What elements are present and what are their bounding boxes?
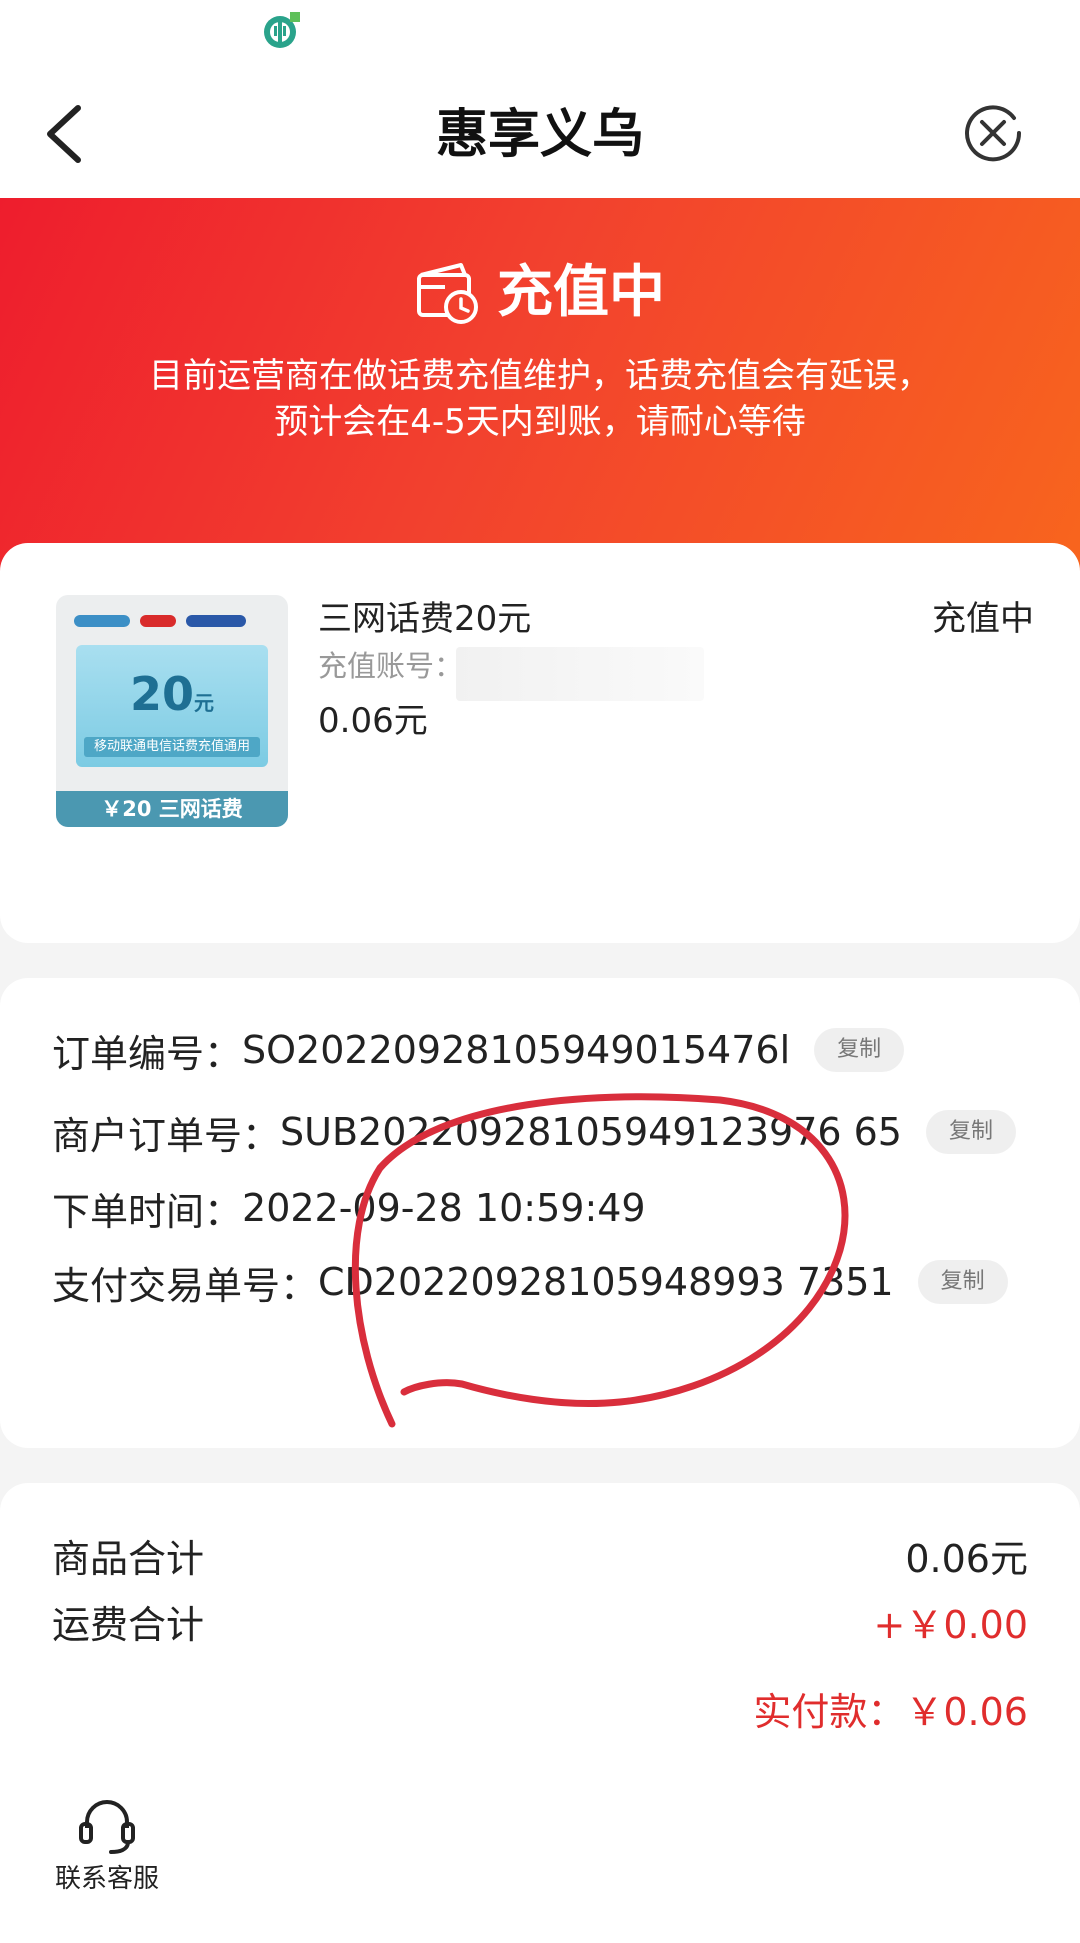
copy-merchant-order-button[interactable]: 复制 xyxy=(926,1110,1016,1154)
page-title: 惠享义乌 xyxy=(435,105,644,165)
carrier-logos xyxy=(74,609,274,633)
order-time-row: 下单时间： 2022-09-28 10:59:49 xyxy=(52,1180,646,1236)
shipping-total-label: 运费合计 xyxy=(52,1602,205,1647)
order-time-label: 下单时间： xyxy=(52,1189,243,1234)
goods-total-row: 商品合计 0.06元 xyxy=(52,1527,1028,1583)
merchant-order-label: 商户订单号： xyxy=(52,1113,281,1158)
amount-paid-row: 实付款：￥0.06 xyxy=(753,1681,1028,1736)
nav-bar: 惠享义乌 xyxy=(0,70,1080,198)
product-thumbnail: 20元 移动联通电信话费充值通用 ￥20 三网话费 xyxy=(56,595,288,827)
bank-logo-icon xyxy=(264,12,300,48)
copy-order-number-button[interactable]: 复制 xyxy=(814,1028,905,1072)
merchant-order-value: SUB20220928105949123976 65 xyxy=(280,1110,902,1154)
notice-line-1: 目前运营商在做话费充值维护，话费充值会有延误， xyxy=(149,356,931,396)
status-bar xyxy=(0,0,1080,70)
order-info-card: 订单编号： SO20220928105949015476l 复制 商户订单号： … xyxy=(0,978,1080,1448)
shipping-total-row: 运费合计 +￥0.00 xyxy=(52,1593,1028,1649)
wallet-clock-icon xyxy=(417,263,478,324)
payment-trade-value: CD20220928105948993 7351 xyxy=(318,1260,894,1304)
order-number-label: 订单编号： xyxy=(52,1031,243,1076)
payment-trade-label: 支付交易单号： xyxy=(52,1263,319,1308)
merchant-order-row: 商户订单号： SUB20220928105949123976 65 复制 xyxy=(52,1104,1016,1160)
banner-notice: 目前运营商在做话费充值维护，话费充值会有延误， 预计会在4-5天内到账，请耐心等… xyxy=(70,353,1010,445)
thumb-footer: ￥20 三网话费 xyxy=(56,791,288,827)
thumb-caption: 移动联通电信话费充值通用 xyxy=(84,737,260,757)
headset-icon xyxy=(79,1800,135,1854)
thumb-card-face: 20元 移动联通电信话费充值通用 xyxy=(76,645,268,767)
goods-total-value: 0.06元 xyxy=(905,1536,1028,1581)
goods-total-label: 商品合计 xyxy=(52,1536,205,1581)
order-time-value: 2022-09-28 10:59:49 xyxy=(242,1186,646,1230)
account-label: 充值账号： xyxy=(318,649,464,683)
amount-paid-label: 实付款： xyxy=(753,1690,906,1734)
shipping-total-value: +￥0.00 xyxy=(873,1602,1028,1647)
amount-paid-value: ￥0.06 xyxy=(905,1690,1028,1734)
thumb-amount: 20 xyxy=(129,667,194,721)
banner-status-text: 充值中 xyxy=(497,260,665,325)
product-status: 充值中 xyxy=(932,599,1034,639)
product-card[interactable]: 20元 移动联通电信话费充值通用 ￥20 三网话费 三网话费20元 充值账号： … xyxy=(0,543,1080,943)
banner-heading: 充值中 xyxy=(0,258,1080,328)
product-price: 0.06元 xyxy=(318,701,428,741)
customer-service-button[interactable]: 联系客服 xyxy=(48,1792,166,1896)
product-name: 三网话费20元 xyxy=(318,599,532,639)
order-number-row: 订单编号： SO20220928105949015476l 复制 xyxy=(52,1022,905,1078)
payment-trade-row: 支付交易单号： CD20220928105948993 7351 复制 xyxy=(52,1254,1008,1310)
thumb-unit: 元 xyxy=(194,691,214,715)
close-icon[interactable] xyxy=(962,102,1024,164)
copy-payment-trade-button[interactable]: 复制 xyxy=(917,1260,1008,1304)
customer-service-label: 联系客服 xyxy=(54,1864,159,1894)
order-number-value: SO20220928105949015476l xyxy=(242,1028,791,1072)
notice-line-2: 预计会在4-5天内到账，请耐心等待 xyxy=(274,402,806,442)
account-value-redacted xyxy=(456,647,704,701)
